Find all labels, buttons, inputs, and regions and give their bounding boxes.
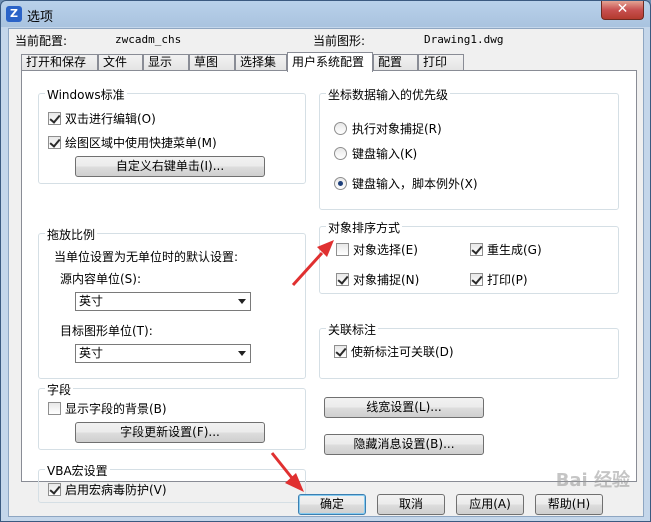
tab-plot[interactable]: 打印 xyxy=(418,54,464,71)
radio-keyboard-except-scripts-label: 键盘输入，脚本例外(X) xyxy=(352,177,478,191)
target-units-value: 英寸 xyxy=(79,346,104,360)
radio-keyboard-entry-label: 键盘输入(K) xyxy=(352,147,418,161)
dropdown-arrow-icon xyxy=(238,351,246,356)
radio-on-icon xyxy=(334,177,347,190)
show-field-background-checkbox[interactable]: 显示字段的背景(B) xyxy=(48,400,167,417)
tab-open-save[interactable]: 打开和保存 xyxy=(21,54,98,71)
tab-panel-user-preferences: Windows标准 双击进行编辑(O) 绘图区域中使用快捷菜单(M) 自定义右键… xyxy=(21,70,637,503)
current-config-value: zwcadm_chs xyxy=(115,33,182,46)
default-units-label: 当单位设置为无单位时的默认设置: xyxy=(54,250,239,264)
checkbox-unchecked-icon xyxy=(336,243,349,256)
shortcut-menu-label: 绘图区域中使用快捷菜单(M) xyxy=(65,136,217,150)
checkbox-unchecked-icon xyxy=(48,402,61,415)
target-units-label: 目标图形单位(T): xyxy=(60,324,153,338)
macro-virus-protection-label: 启用宏病毒防护(V) xyxy=(65,483,167,497)
new-dim-associative-checkbox[interactable]: 使新标注可关联(D) xyxy=(334,343,454,360)
options-dialog: Z 选项 ✕ 当前配置: zwcadm_chs 当前图形: Drawing1.d… xyxy=(0,0,651,522)
shortcut-menu-checkbox[interactable]: 绘图区域中使用快捷菜单(M) xyxy=(48,134,217,151)
windows-standard-title: Windows标准 xyxy=(45,86,127,103)
windows-standard-group: Windows标准 双击进行编辑(O) 绘图区域中使用快捷菜单(M) 自定义右键… xyxy=(38,86,306,184)
dropdown-arrow-icon xyxy=(238,299,246,304)
ok-button[interactable]: 确定 xyxy=(298,494,366,515)
apply-button[interactable]: 应用(A) xyxy=(456,494,524,515)
current-drawing-value: Drawing1.dwg xyxy=(424,33,504,46)
close-button[interactable]: ✕ xyxy=(601,1,644,20)
window-title: 选项 xyxy=(27,10,54,25)
radio-off-icon xyxy=(334,122,347,135)
drag-scale-title: 拖放比例 xyxy=(45,226,98,243)
radio-off-icon xyxy=(334,147,347,160)
custom-right-click-button[interactable]: 自定义右键单击(I)... xyxy=(75,156,265,177)
current-drawing-label: 当前图形: xyxy=(313,34,366,48)
target-units-select[interactable]: 英寸 xyxy=(75,344,251,363)
radio-object-snap-label: 执行对象捕捉(R) xyxy=(352,122,442,136)
radio-keyboard-except-scripts[interactable]: 键盘输入，脚本例外(X) xyxy=(334,175,478,192)
fields-group: 字段 显示字段的背景(B) 字段更新设置(F)... xyxy=(38,381,306,450)
app-icon: Z xyxy=(6,6,22,22)
coord-priority-title: 坐标数据输入的优先级 xyxy=(326,86,451,103)
tab-user-preferences[interactable]: 用户系统配置 xyxy=(287,52,373,72)
radio-keyboard-entry[interactable]: 键盘输入(K) xyxy=(334,145,417,162)
sort-object-selection-checkbox[interactable]: 对象选择(E) xyxy=(336,241,418,258)
sort-regen-checkbox[interactable]: 重生成(G) xyxy=(470,241,542,258)
vba-title: VBA宏设置 xyxy=(45,462,110,479)
sort-print-label: 打印(P) xyxy=(487,273,528,287)
checkbox-checked-icon xyxy=(336,273,349,286)
macro-virus-protection-checkbox[interactable]: 启用宏病毒防护(V) xyxy=(48,481,167,498)
hidden-message-settings-button[interactable]: 隐藏消息设置(B)... xyxy=(324,434,484,455)
title-bar[interactable]: Z 选项 ✕ xyxy=(1,1,650,27)
checkbox-checked-icon xyxy=(470,243,483,256)
drag-scale-group: 拖放比例 当单位设置为无单位时的默认设置: 源内容单位(S): 英寸 目标图形单… xyxy=(38,226,306,379)
lineweight-settings-button[interactable]: 线宽设置(L)... xyxy=(324,397,484,418)
sort-object-snap-label: 对象捕捉(N) xyxy=(353,273,420,287)
cancel-button[interactable]: 取消 xyxy=(377,494,445,515)
checkbox-checked-icon xyxy=(48,136,61,149)
sort-regen-label: 重生成(G) xyxy=(487,243,542,257)
dialog-client: 当前配置: zwcadm_chs 当前图形: Drawing1.dwg 打开和保… xyxy=(8,28,644,517)
vba-group: VBA宏设置 启用宏病毒防护(V) xyxy=(38,462,306,503)
object-sort-group: 对象排序方式 对象选择(E) 重生成(G) 对象捕捉(N) 打印(P) xyxy=(319,219,619,294)
radio-object-snap[interactable]: 执行对象捕捉(R) xyxy=(334,120,442,137)
dblclick-edit-label: 双击进行编辑(O) xyxy=(65,112,156,126)
tab-profiles[interactable]: 配置 xyxy=(373,54,418,71)
show-field-background-label: 显示字段的背景(B) xyxy=(65,402,167,416)
assoc-dim-group: 关联标注 使新标注可关联(D) xyxy=(319,321,619,379)
checkbox-checked-icon xyxy=(48,112,61,125)
checkbox-checked-icon xyxy=(470,273,483,286)
checkbox-checked-icon xyxy=(48,483,61,496)
source-units-label: 源内容单位(S): xyxy=(60,272,142,286)
sort-object-selection-label: 对象选择(E) xyxy=(353,243,418,257)
coord-priority-group: 坐标数据输入的优先级 执行对象捕捉(R) 键盘输入(K) 键盘输入，脚本例外(X… xyxy=(319,86,619,210)
current-config-label: 当前配置: xyxy=(15,34,68,48)
watermark-logo: Bai 经验 xyxy=(555,470,630,491)
tab-files[interactable]: 文件 xyxy=(98,54,143,71)
tab-drafting[interactable]: 草图 xyxy=(189,54,235,71)
field-update-settings-button[interactable]: 字段更新设置(F)... xyxy=(75,422,265,443)
checkbox-checked-icon xyxy=(334,345,347,358)
fields-title: 字段 xyxy=(45,381,74,398)
new-dim-associative-label: 使新标注可关联(D) xyxy=(351,345,454,359)
dblclick-edit-checkbox[interactable]: 双击进行编辑(O) xyxy=(48,110,156,127)
sort-object-snap-checkbox[interactable]: 对象捕捉(N) xyxy=(336,271,419,288)
sort-print-checkbox[interactable]: 打印(P) xyxy=(470,271,528,288)
help-button[interactable]: 帮助(H) xyxy=(535,494,603,515)
object-sort-title: 对象排序方式 xyxy=(326,219,403,236)
source-units-value: 英寸 xyxy=(79,294,104,308)
assoc-dim-title: 关联标注 xyxy=(326,321,379,338)
tab-display[interactable]: 显示 xyxy=(143,54,189,71)
tab-selection[interactable]: 选择集 xyxy=(235,54,287,71)
source-units-select[interactable]: 英寸 xyxy=(75,292,251,311)
